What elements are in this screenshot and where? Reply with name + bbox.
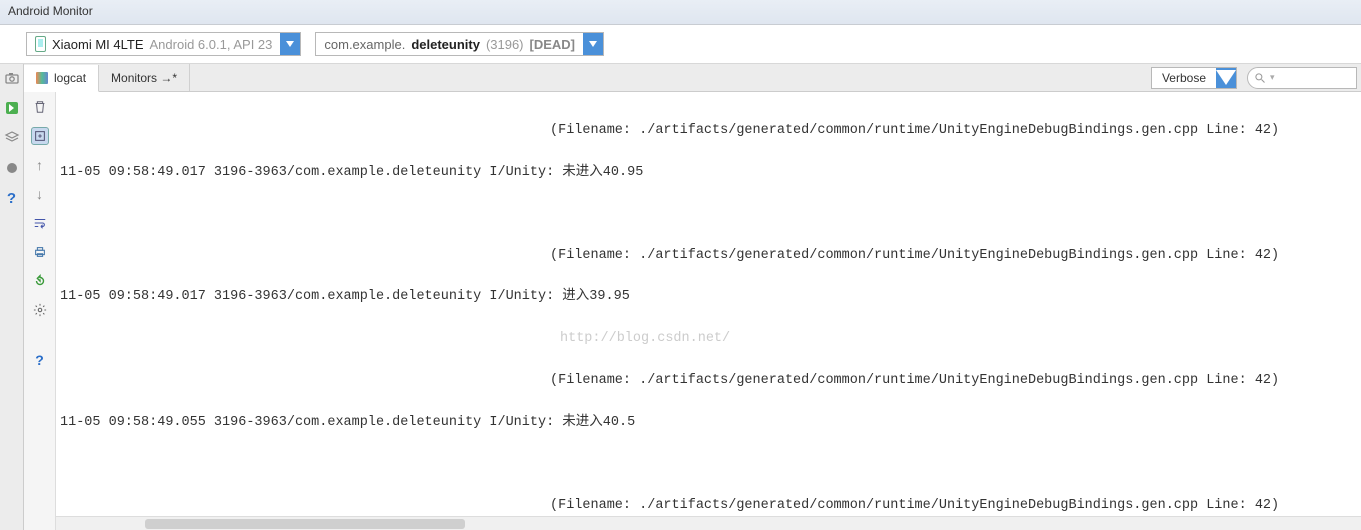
- chevron-down-icon[interactable]: [583, 33, 603, 55]
- help-icon[interactable]: ?: [4, 190, 20, 206]
- tab-monitors-label: Monitors →*: [111, 71, 177, 85]
- process-state: [DEAD]: [530, 37, 576, 52]
- tab-bar: logcat Monitors →* Verbose ▾: [24, 64, 1361, 92]
- chevron-down-icon[interactable]: [280, 33, 300, 55]
- process-pid: (3196): [486, 37, 524, 52]
- phone-icon: [35, 36, 46, 52]
- log-level-selector[interactable]: Verbose: [1151, 67, 1237, 89]
- log-file-annotation: (Filename: ./artifacts/generated/common/…: [60, 371, 1357, 392]
- log-level-label: Verbose: [1152, 71, 1216, 85]
- process-name: deleteunity: [411, 37, 480, 52]
- device-name: Xiaomi MI 4LTE: [52, 37, 144, 52]
- camera-icon[interactable]: [4, 70, 20, 86]
- log-file-annotation: (Filename: ./artifacts/generated/common/…: [60, 246, 1357, 267]
- log-line: 11-05 09:58:49.055 3196-3963/com.example…: [60, 413, 1357, 434]
- help-icon[interactable]: ?: [31, 351, 49, 369]
- log-file-annotation: (Filename: ./artifacts/generated/common/…: [60, 496, 1357, 516]
- process-prefix: com.example.: [324, 37, 405, 52]
- window-titlebar: Android Monitor: [0, 0, 1361, 25]
- left-gutter: ?: [0, 64, 24, 530]
- tab-logcat[interactable]: logcat: [24, 65, 99, 92]
- search-input[interactable]: ▾: [1247, 67, 1357, 89]
- up-arrow-icon[interactable]: ↑: [31, 156, 49, 174]
- restart-icon[interactable]: [31, 272, 49, 290]
- tab-monitors[interactable]: Monitors →*: [99, 64, 190, 91]
- logcat-icon: [36, 72, 48, 84]
- log-line: 11-05 09:58:49.017 3196-3963/com.example…: [60, 287, 1357, 308]
- down-arrow-icon[interactable]: ↓: [31, 185, 49, 203]
- device-selector[interactable]: Xiaomi MI 4LTE Android 6.0.1, API 23: [26, 32, 301, 56]
- window-title: Android Monitor: [8, 4, 93, 18]
- log-toolbar: ↑ ↓ ?: [24, 92, 56, 530]
- horizontal-scrollbar[interactable]: [56, 516, 1361, 530]
- tab-logcat-label: logcat: [54, 71, 86, 85]
- search-icon: [1254, 72, 1266, 84]
- log-output[interactable]: (Filename: ./artifacts/generated/common/…: [56, 92, 1361, 516]
- device-detail: Android 6.0.1, API 23: [150, 37, 273, 52]
- settings-icon[interactable]: [31, 301, 49, 319]
- wrap-icon[interactable]: [31, 214, 49, 232]
- process-selector[interactable]: com.example. deleteunity (3196) [DEAD]: [315, 32, 604, 56]
- run-icon[interactable]: [4, 100, 20, 116]
- print-icon[interactable]: [31, 243, 49, 261]
- clear-log-icon[interactable]: [31, 98, 49, 116]
- watermark: http://blog.csdn.net/: [60, 329, 1357, 350]
- scrollbar-thumb[interactable]: [145, 519, 465, 529]
- scroll-lock-icon[interactable]: [31, 127, 49, 145]
- chevron-down-icon[interactable]: [1216, 68, 1236, 88]
- log-file-annotation: (Filename: ./artifacts/generated/common/…: [60, 121, 1357, 142]
- layers-icon[interactable]: [4, 130, 20, 146]
- log-line: 11-05 09:58:49.017 3196-3963/com.example…: [60, 163, 1357, 184]
- device-toolbar: Xiaomi MI 4LTE Android 6.0.1, API 23 com…: [0, 25, 1361, 64]
- record-icon[interactable]: [4, 160, 20, 176]
